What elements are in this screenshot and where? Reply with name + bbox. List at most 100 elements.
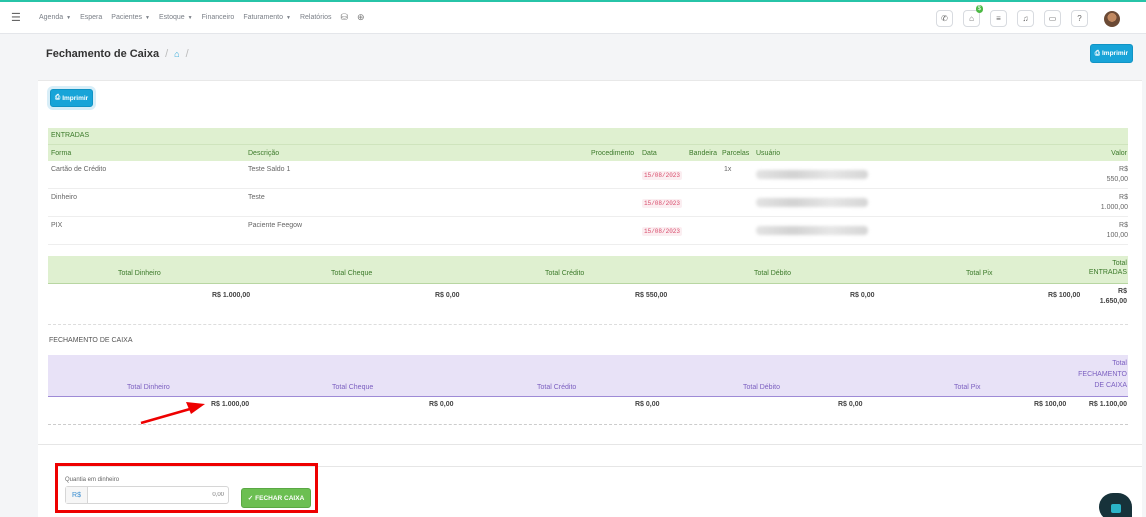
phone-icon[interactable]: ✆ xyxy=(936,10,953,27)
total-credito: R$ 550,00 xyxy=(635,292,668,299)
database-icon[interactable]: ⛁ xyxy=(340,12,348,23)
th-total-debito: Total Débito xyxy=(743,384,780,391)
chevron-down-icon: ▼ xyxy=(66,14,72,21)
amount: 550,00 xyxy=(1106,176,1128,183)
nav-estoque[interactable]: Estoque ▼ xyxy=(159,14,193,21)
table-row[interactable]: Dinheiro Teste 15/08/2023 R$ 1.000,00 xyxy=(48,189,1128,217)
divider xyxy=(38,444,1142,445)
th-total-fechamento: Total FECHAMENTO DE CAIXA xyxy=(1078,358,1127,391)
cell-valor: R$ 1.000,00 xyxy=(1101,193,1128,213)
nav-relatorios[interactable]: Relatórios xyxy=(300,14,332,21)
card-print-button[interactable]: ⎙ Imprimir xyxy=(50,89,94,107)
toolbar-icons: ✆ ⌂ $ ≡ ♫ ▭ ? xyxy=(936,5,1120,27)
print-label: Imprimir xyxy=(1101,50,1128,57)
chevron-down-icon: ▼ xyxy=(145,14,150,21)
th-total-cheque: Total Cheque xyxy=(332,384,374,391)
col-parcelas: Parcelas xyxy=(722,150,750,157)
col-data: Data xyxy=(642,150,657,157)
date-badge: 15/08/2023 xyxy=(642,171,683,180)
fech-total-dinheiro: R$ 1.000,00 xyxy=(211,401,250,408)
annotation-highlight-box xyxy=(55,463,318,513)
total-cheque: R$ 0,00 xyxy=(435,292,460,299)
nav-label: Pacientes xyxy=(111,14,143,21)
entries-column-headers: Forma Descrição Procedimento Data Bandei… xyxy=(48,144,1128,161)
fechamento-values-row: R$ 1.000,00 R$ 0,00 R$ 0,00 R$ 0,00 R$ 1… xyxy=(48,397,1128,425)
currency: R$ xyxy=(1119,166,1128,173)
col-procedimento: Procedimento xyxy=(591,150,635,157)
chat-icon[interactable]: ▭ xyxy=(1044,10,1061,27)
nav-agenda[interactable]: Agenda ▼ xyxy=(39,14,71,21)
cell-parcelas: 1x xyxy=(724,166,732,173)
entries-totals-header: Total Dinheiro Total Cheque Total Crédit… xyxy=(48,256,1128,284)
cell-descricao: Teste Saldo 1 xyxy=(248,166,291,173)
chat-widget-button[interactable] xyxy=(1099,493,1132,517)
chat-icon xyxy=(1111,504,1121,513)
main-nav: Agenda ▼ Espera Pacientes ▼ Estoque ▼ Finan… xyxy=(39,12,365,23)
currency: R$ xyxy=(1119,222,1128,229)
currency: R$ xyxy=(1119,194,1128,201)
print-label: Imprimir xyxy=(62,94,89,102)
th-total-word: Total xyxy=(1112,360,1127,367)
th-total-entradas: Total ENTRADAS xyxy=(1089,259,1127,277)
th-total-credito: Total Crédito xyxy=(537,384,577,391)
cash-register-icon[interactable]: ⌂ xyxy=(174,49,179,59)
nav-label: Agenda xyxy=(39,14,64,21)
avatar[interactable] xyxy=(1104,10,1120,27)
blurred-user xyxy=(756,226,868,235)
bell-icon[interactable]: ♫ xyxy=(1017,10,1034,27)
col-valor: Valor xyxy=(1111,150,1127,157)
cell-valor: R$ 550,00 xyxy=(1107,165,1128,185)
total-entradas: R$ 1.650,00 xyxy=(1100,287,1127,307)
fechamento-label: FECHAMENTO DE CAIXA xyxy=(49,337,133,344)
total-debito: R$ 0,00 xyxy=(850,292,875,299)
th-total-pix: Total Pix xyxy=(954,384,981,391)
date-badge: 15/08/2023 xyxy=(642,227,683,236)
fech-total-credito: R$ 0,00 xyxy=(635,401,660,408)
col-descricao: Descrição xyxy=(248,150,280,157)
amount: 1.650,00 xyxy=(1099,298,1127,305)
chevron-down-icon: ▼ xyxy=(286,14,291,21)
page-title: Fechamento de Caixa xyxy=(46,48,160,60)
nav-financeiro[interactable]: Financeiro xyxy=(202,14,235,21)
currency: R$ xyxy=(1118,288,1127,295)
globe-icon[interactable]: ⊕ xyxy=(357,12,365,23)
print-button[interactable]: ⎙ Imprimir xyxy=(1089,44,1133,63)
printer-icon: ⎙ xyxy=(1094,49,1100,57)
entries-header: ENTRADAS Forma Descrição Procedimento Da… xyxy=(48,128,1128,161)
list-icon[interactable]: ≡ xyxy=(990,10,1007,27)
nav-pacientes[interactable]: Pacientes ▼ xyxy=(111,14,150,21)
cell-descricao: Paciente Feegow xyxy=(248,222,303,229)
cell-forma: Dinheiro xyxy=(51,194,78,201)
th-total-dinheiro: Total Dinheiro xyxy=(118,270,161,277)
entries-table: ENTRADAS Forma Descrição Procedimento Da… xyxy=(48,128,1128,308)
content-card: ⎙ Imprimir ENTRADAS Forma Descrição Proc… xyxy=(38,80,1142,517)
cash-register-icon[interactable]: ⌂ $ xyxy=(963,5,983,27)
col-usuario: Usuário xyxy=(756,150,781,157)
hamburger-menu-icon[interactable]: ☰ xyxy=(11,11,21,24)
breadcrumb-separator: / xyxy=(185,48,189,60)
cell-descricao: Teste xyxy=(248,194,265,201)
col-forma: Forma xyxy=(51,150,72,157)
nav-espera[interactable]: Espera xyxy=(80,14,102,21)
table-row[interactable]: Cartão de Crédito Teste Saldo 1 15/08/20… xyxy=(48,161,1128,189)
cell-valor: R$ 100,00 xyxy=(1107,221,1128,241)
th-fechamento-word: FECHAMENTO xyxy=(1078,371,1127,378)
nav-faturamento[interactable]: Faturamento ▼ xyxy=(243,14,291,21)
nav-label: Financeiro xyxy=(201,14,235,21)
th-total-cheque: Total Cheque xyxy=(331,270,373,277)
chevron-down-icon: ▼ xyxy=(187,14,193,21)
breadcrumb: Fechamento de Caixa / ⌂ / xyxy=(46,48,189,60)
printer-icon: ⎙ xyxy=(55,94,61,101)
top-navbar: ☰ Agenda ▼ Espera Pacientes ▼ Estoque ▼ Fin… xyxy=(0,0,1146,34)
help-icon[interactable]: ? xyxy=(1071,10,1088,27)
table-row[interactable]: PIX Paciente Feegow 15/08/2023 R$ 100,00 xyxy=(48,217,1128,245)
th-total-debito: Total Débito xyxy=(754,270,791,277)
total-pix: R$ 100,00 xyxy=(1048,292,1081,299)
nav-label: Relatórios xyxy=(299,14,332,21)
th-entradas-word: ENTRADAS xyxy=(1088,269,1127,276)
nav-label: Espera xyxy=(80,14,103,21)
th-total-dinheiro: Total Dinheiro xyxy=(127,384,170,391)
fech-total-debito: R$ 0,00 xyxy=(838,401,863,408)
amount: 100,00 xyxy=(1106,232,1128,239)
blurred-user xyxy=(756,170,868,179)
